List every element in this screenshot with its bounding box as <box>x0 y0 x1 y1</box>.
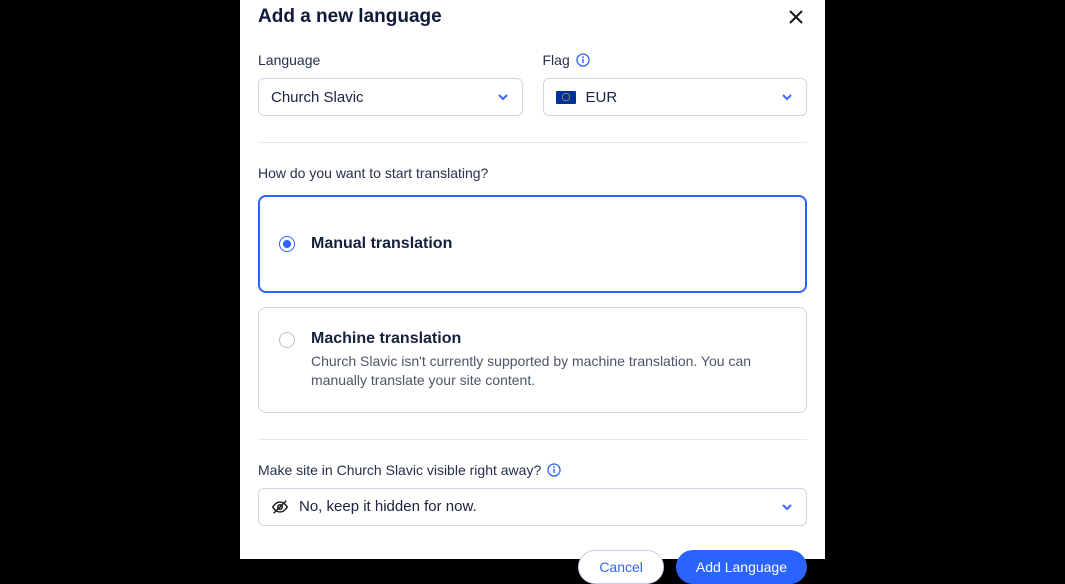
visibility-label: Make site in Church Slavic visible right… <box>258 462 541 478</box>
flag-field: Flag EUR <box>543 52 808 116</box>
flag-select-value: EUR <box>586 89 618 106</box>
visibility-select[interactable]: No, keep it hidden for now. <box>258 488 807 526</box>
language-field: Language Church Slavic <box>258 52 523 116</box>
divider <box>258 142 807 143</box>
add-language-modal: Add a new language Language Church Slavi… <box>240 0 825 559</box>
visibility-select-value: No, keep it hidden for now. <box>299 498 477 515</box>
flag-label: Flag <box>543 52 808 68</box>
radio-icon <box>279 236 295 252</box>
chevron-down-icon <box>496 90 510 104</box>
add-language-button[interactable]: Add Language <box>676 550 807 584</box>
radio-icon <box>279 332 295 348</box>
modal-footer: Cancel Add Language <box>258 550 807 584</box>
info-icon[interactable] <box>547 463 561 477</box>
eu-flag-icon <box>556 91 576 104</box>
visibility-label-row: Make site in Church Slavic visible right… <box>258 462 807 478</box>
manual-translation-option[interactable]: Manual translation <box>258 195 807 293</box>
language-label-text: Language <box>258 52 320 68</box>
cancel-button[interactable]: Cancel <box>578 550 664 584</box>
close-icon[interactable] <box>785 6 807 28</box>
language-label: Language <box>258 52 523 68</box>
chevron-down-icon <box>780 90 794 104</box>
machine-translation-option[interactable]: Machine translation Church Slavic isn't … <box>258 307 807 413</box>
machine-translation-title: Machine translation <box>311 330 786 348</box>
language-select[interactable]: Church Slavic <box>258 78 523 116</box>
translation-question: How do you want to start translating? <box>258 165 807 181</box>
flag-label-text: Flag <box>543 52 570 68</box>
machine-translation-description: Church Slavic isn't currently supported … <box>311 352 786 390</box>
field-row: Language Church Slavic Flag <box>258 52 807 116</box>
chevron-down-icon <box>780 500 794 514</box>
manual-translation-title: Manual translation <box>311 235 786 253</box>
language-select-value: Church Slavic <box>271 89 364 106</box>
modal-title: Add a new language <box>258 6 442 28</box>
hidden-eye-icon <box>271 498 289 516</box>
divider <box>258 439 807 440</box>
flag-select[interactable]: EUR <box>543 78 808 116</box>
info-icon[interactable] <box>576 53 590 67</box>
modal-header: Add a new language <box>258 0 807 32</box>
